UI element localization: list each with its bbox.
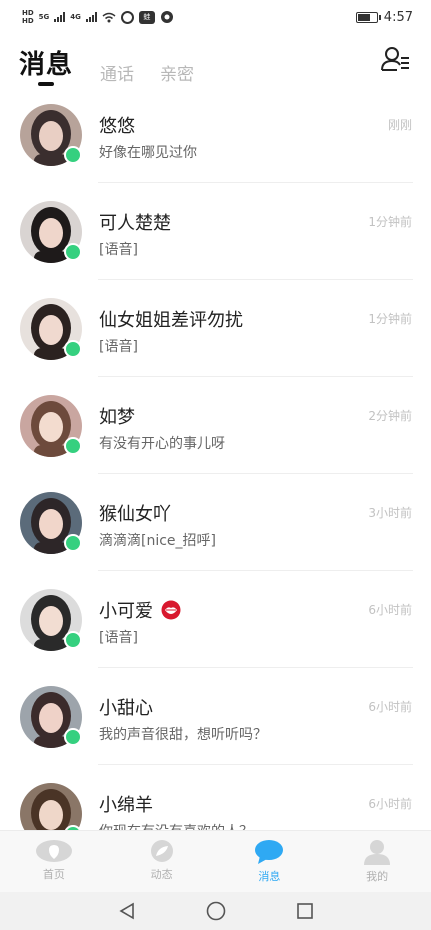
chat-timestamp: 1分钟前	[368, 215, 412, 229]
online-status-dot	[64, 146, 82, 164]
chat-name: 如梦	[99, 403, 135, 429]
battery-fill	[357, 13, 371, 21]
back-icon[interactable]	[118, 902, 136, 920]
chat-name-text: 小甜心	[99, 698, 153, 719]
tab-calls[interactable]: 通话	[100, 60, 134, 85]
recents-icon[interactable]	[296, 902, 314, 920]
lips-icon	[161, 600, 181, 620]
chat-timestamp: 刚刚	[387, 118, 412, 132]
app-notification-icon	[120, 10, 134, 24]
online-status-dot	[64, 340, 82, 358]
signal2-icon	[85, 12, 97, 22]
chat-timestamp: 6小时前	[368, 700, 412, 714]
chat-name: 小绵羊	[99, 791, 153, 817]
chat-name-text: 如梦	[99, 407, 135, 428]
chat-preview: 我的声音很甜，想听听吗？	[99, 727, 267, 743]
chat-name-text: 小绵羊	[99, 795, 153, 816]
chat-name: 悠悠	[99, 112, 135, 138]
chat-timestamp: 6小时前	[368, 603, 412, 617]
tab-messages[interactable]: 消息	[19, 44, 73, 81]
app-flower-icon	[160, 11, 173, 23]
tab-moments[interactable]: 动态	[108, 831, 216, 892]
online-status-dot	[64, 534, 82, 552]
sim2-label: HD	[22, 17, 34, 25]
sim1-label: HD	[22, 9, 34, 17]
contacts-button[interactable]	[381, 46, 411, 72]
tab-mine-label: 我的	[366, 870, 389, 883]
moments-icon	[150, 840, 173, 862]
network-5g-label: 5G	[38, 13, 50, 21]
chat-name: 仙女姐姐差评勿扰	[99, 306, 243, 332]
avatar[interactable]	[20, 492, 82, 554]
avatar[interactable]	[20, 589, 82, 651]
tab-home[interactable]: 首页	[0, 831, 108, 892]
tab-intimate[interactable]: 亲密	[160, 60, 194, 85]
chat-row[interactable]: 小甜心 我的声音很甜，想听听吗？ 6小时前	[0, 668, 431, 765]
avatar-photo	[20, 783, 82, 830]
chat-preview: 好像在哪见过你	[99, 145, 197, 161]
tab-messages-bottom-label: 消息	[258, 870, 281, 883]
chat-preview: 你现在有没有喜欢的人？	[99, 821, 253, 830]
chat-row[interactable]: 可人楚楚 [语音] 1分钟前	[0, 183, 431, 280]
profile-icon	[364, 840, 391, 865]
online-status-dot	[64, 437, 82, 455]
chat-preview: 有没有开心的事儿呀	[99, 436, 225, 452]
chat-timestamp: 6小时前	[368, 797, 412, 811]
chat-timestamp: 1分钟前	[368, 312, 412, 326]
chat-list[interactable]: 悠悠 好像在哪见过你 刚刚 可人楚楚 [语音] 1分钟前 仙女姐姐差评勿扰 [语…	[0, 86, 431, 830]
avatar[interactable]	[20, 686, 82, 748]
clock: 4:57	[383, 9, 413, 25]
contacts-icon	[381, 47, 409, 71]
chat-preview: [语音]	[99, 339, 138, 355]
home-circle-icon[interactable]	[206, 901, 226, 921]
chat-row[interactable]: 猴仙女吖 滴滴滴[nice_招呼] 3小时前	[0, 474, 431, 571]
online-status-dot	[64, 631, 82, 649]
chat-row[interactable]: 如梦 有没有开心的事儿呀 2分钟前	[0, 377, 431, 474]
chat-name: 小可爱	[99, 597, 181, 623]
status-bar: HD HD 5G 4G 蛙 4:57	[0, 0, 431, 34]
avatar[interactable]	[20, 298, 82, 360]
chat-name-text: 悠悠	[99, 116, 135, 137]
tab-moments-label: 动态	[150, 868, 173, 881]
app-badge-icon: 蛙	[138, 10, 155, 24]
chat-preview: [语音]	[99, 242, 138, 258]
status-right: 4:57	[355, 9, 413, 25]
battery-icon	[355, 11, 381, 23]
chat-row[interactable]: 小绵羊 你现在有没有喜欢的人？ 6小时前	[0, 765, 431, 830]
chat-name-text: 可人楚楚	[99, 213, 171, 234]
chat-name-text: 小可爱	[99, 601, 153, 622]
online-status-dot	[64, 243, 82, 261]
network-4g-label: 4G	[70, 13, 81, 21]
online-status-dot	[64, 728, 82, 746]
avatar[interactable]	[20, 783, 82, 830]
chat-preview: [语音]	[99, 630, 138, 646]
chat-timestamp: 2分钟前	[368, 409, 412, 423]
status-left: HD HD 5G 4G 蛙	[22, 9, 174, 25]
chat-preview: 滴滴滴[nice_招呼]	[99, 533, 216, 549]
tab-messages-bottom[interactable]: 消息	[216, 831, 324, 892]
avatar[interactable]	[20, 201, 82, 263]
sim-indicators: HD HD	[22, 9, 34, 25]
chat-row[interactable]: 小可爱 [语音] 6小时前	[0, 571, 431, 668]
wifi-icon	[102, 12, 116, 22]
home-icon	[35, 840, 72, 862]
bottom-tab-bar: 首页 动态 消息 我的	[0, 830, 431, 892]
chat-row[interactable]: 悠悠 好像在哪见过你 刚刚	[0, 86, 431, 183]
system-nav-bar	[0, 892, 431, 930]
chat-name: 猴仙女吖	[99, 500, 171, 526]
avatar[interactable]	[20, 395, 82, 457]
tab-mine[interactable]: 我的	[323, 831, 431, 892]
chat-name: 可人楚楚	[99, 209, 171, 235]
chat-timestamp: 3小时前	[368, 506, 412, 520]
chat-name-text: 仙女姐姐差评勿扰	[99, 310, 243, 331]
message-bubble-icon	[255, 840, 284, 864]
chat-name: 小甜心	[99, 694, 153, 720]
chat-row[interactable]: 仙女姐姐差评勿扰 [语音] 1分钟前	[0, 280, 431, 377]
chat-name-text: 猴仙女吖	[99, 504, 171, 525]
avatar[interactable]	[20, 104, 82, 166]
signal1-icon	[54, 12, 66, 22]
tab-home-label: 首页	[42, 868, 65, 881]
